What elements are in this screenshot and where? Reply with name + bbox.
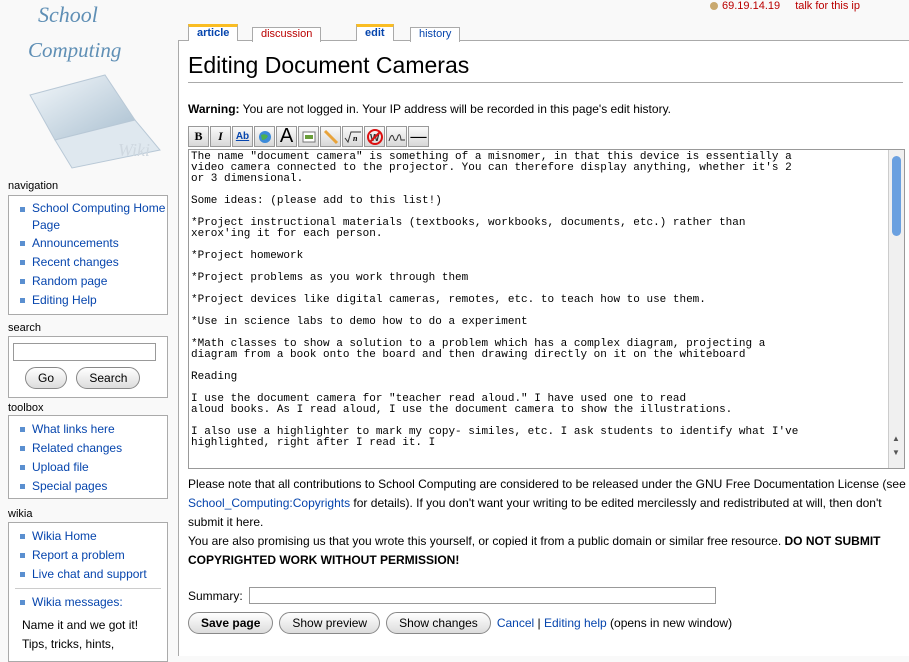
wikia-message-text: Name it and we got it! Tips, tricks, hin… bbox=[22, 618, 139, 651]
nav-item-announcements[interactable]: Announcements bbox=[19, 234, 167, 253]
image-icon bbox=[302, 131, 315, 142]
wikia-live-chat-link[interactable]: Live chat and support bbox=[19, 565, 167, 584]
user-bar: 69.19.14.19 talk for this ip bbox=[710, 0, 860, 12]
copyrights-link[interactable]: School_Computing:Copyrights bbox=[188, 496, 350, 510]
media-icon bbox=[323, 129, 338, 144]
editing-help-link[interactable]: Editing help bbox=[544, 616, 607, 630]
logo-text-school: School bbox=[38, 2, 98, 27]
page-title: Editing Document Cameras bbox=[188, 52, 903, 83]
headline-button[interactable]: A bbox=[276, 125, 297, 147]
save-page-button[interactable]: Save page bbox=[188, 612, 274, 634]
wikia-report-problem-link[interactable]: Report a problem bbox=[19, 546, 167, 565]
wikia-box: Wikia Home Report a problem Live chat an… bbox=[8, 522, 168, 662]
image-button[interactable] bbox=[298, 126, 319, 147]
talk-link[interactable]: talk for this ip bbox=[795, 0, 860, 12]
scrollbar-thumb[interactable] bbox=[892, 156, 901, 236]
toolbox-related-changes[interactable]: Related changes bbox=[19, 439, 167, 458]
wiki-logo[interactable]: School Computing Wiki bbox=[10, 0, 170, 175]
show-changes-button[interactable]: Show changes bbox=[386, 612, 491, 634]
tab-article[interactable]: article bbox=[188, 24, 239, 41]
bold-button[interactable]: B bbox=[188, 126, 209, 147]
italic-button[interactable]: I bbox=[210, 126, 231, 147]
math-formula-icon: n bbox=[344, 131, 361, 143]
nowiki-button[interactable]: W bbox=[364, 126, 385, 147]
summary-label: Summary: bbox=[188, 589, 243, 603]
logo-text-computing: Computing bbox=[28, 38, 122, 62]
search-box: Go Search bbox=[8, 336, 168, 398]
search-title: search bbox=[8, 322, 42, 334]
external-link-button[interactable] bbox=[254, 126, 275, 147]
globe-icon bbox=[258, 130, 271, 143]
scroll-down-icon[interactable]: ▼ bbox=[892, 448, 900, 457]
edit-buttons-row: Save page Show preview Show changes Canc… bbox=[188, 612, 732, 634]
wikia-home-link[interactable]: Wikia Home bbox=[19, 527, 167, 546]
vertical-scrollbar[interactable]: ▲ ▼ bbox=[888, 150, 904, 468]
nav-item-home[interactable]: School Computing Home Page bbox=[19, 200, 167, 234]
horizontal-line-button[interactable]: — bbox=[408, 126, 429, 147]
summary-input[interactable] bbox=[249, 587, 716, 604]
show-preview-button[interactable]: Show preview bbox=[279, 612, 381, 634]
warning-message: Warning: You are not logged in. Your IP … bbox=[188, 102, 672, 116]
tab-history[interactable]: history bbox=[410, 27, 461, 42]
wikia-title: wikia bbox=[8, 508, 33, 520]
signature-icon bbox=[388, 133, 405, 141]
internal-link-button[interactable]: Ab bbox=[232, 126, 253, 147]
scroll-up-icon[interactable]: ▲ bbox=[892, 434, 900, 443]
copyright-notice: Please note that all contributions to Sc… bbox=[188, 477, 906, 567]
navigation-box: School Computing Home Page Announcements… bbox=[8, 195, 168, 315]
edit-toolbar: B I Ab A n W — bbox=[188, 125, 429, 148]
cancel-link[interactable]: Cancel bbox=[497, 616, 534, 630]
tab-edit[interactable]: edit bbox=[356, 24, 394, 41]
nav-item-recent-changes[interactable]: Recent changes bbox=[19, 253, 167, 272]
search-button[interactable]: Search bbox=[76, 367, 141, 389]
ip-user-link[interactable]: 69.19.14.19 bbox=[722, 0, 780, 12]
navigation-title: navigation bbox=[8, 180, 59, 192]
toolbox-title: toolbox bbox=[8, 402, 44, 414]
cancel-help-links: Cancel | Editing help (opens in new wind… bbox=[496, 616, 733, 630]
edit-textarea-content[interactable]: The name "document camera" is something … bbox=[191, 152, 886, 449]
nav-item-random-page[interactable]: Random page bbox=[19, 272, 167, 291]
edit-textarea[interactable]: The name "document camera" is something … bbox=[188, 149, 905, 469]
wikia-messages-link[interactable]: Wikia messages: bbox=[19, 593, 167, 612]
nowiki-icon: W bbox=[366, 128, 383, 145]
nav-item-editing-help[interactable]: Editing Help bbox=[19, 291, 167, 310]
toolbox-upload-file[interactable]: Upload file bbox=[19, 458, 167, 477]
signature-button[interactable] bbox=[386, 126, 407, 147]
search-input[interactable] bbox=[13, 343, 156, 361]
toolbox-box: What links here Related changes Upload f… bbox=[8, 415, 168, 499]
math-button[interactable]: n bbox=[342, 126, 363, 147]
toolbox-special-pages[interactable]: Special pages bbox=[19, 477, 167, 496]
go-button[interactable]: Go bbox=[25, 367, 68, 389]
toolbox-what-links-here[interactable]: What links here bbox=[19, 420, 167, 439]
logo-text-wiki: Wiki bbox=[118, 140, 150, 160]
media-button[interactable] bbox=[320, 126, 341, 147]
svg-text:n: n bbox=[353, 134, 358, 143]
tab-discussion[interactable]: discussion bbox=[252, 27, 322, 42]
user-icon bbox=[710, 2, 718, 11]
